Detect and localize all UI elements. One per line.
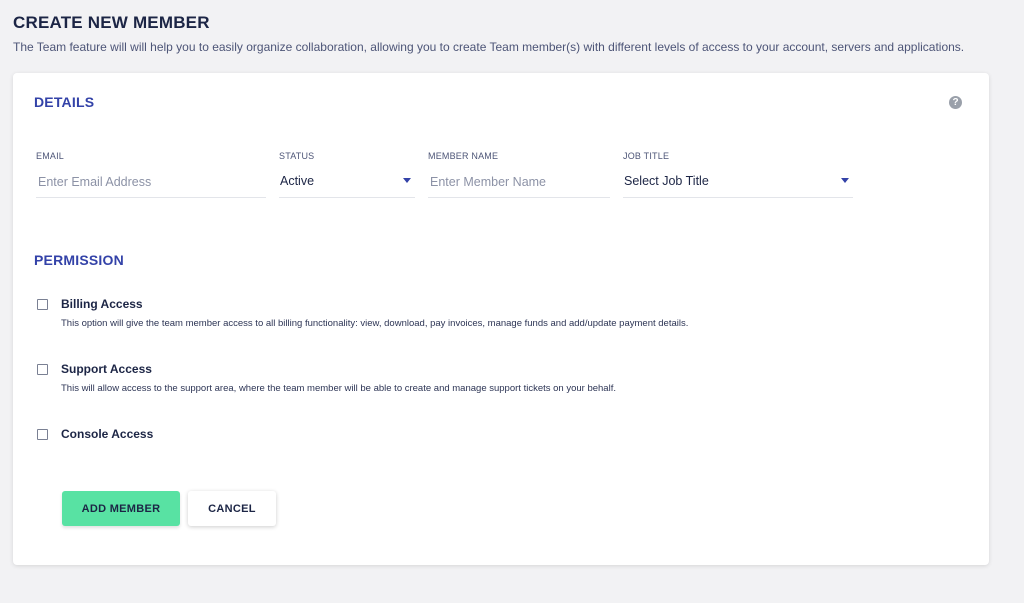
status-field-group: STATUS Active [279,151,415,198]
create-member-card: DETAILS ? EMAIL STATUS Active MEMBER NAM… [13,73,989,565]
page-description: The Team feature will will help you to e… [13,40,965,54]
email-field-container [36,168,266,198]
cancel-button[interactable]: CANCEL [188,491,276,526]
job-title-select-value: Select Job Title [624,174,709,188]
status-select[interactable]: Active [279,168,415,198]
add-member-button[interactable]: ADD MEMBER [62,491,180,526]
member-name-label: MEMBER NAME [428,151,499,161]
billing-access-description: This option will give the team member ac… [61,318,689,329]
details-section-title: DETAILS [34,94,95,110]
status-label: STATUS [279,151,315,161]
help-icon[interactable]: ? [949,96,962,109]
support-access-description: This will allow access to the support ar… [61,383,616,394]
permission-section-title: PERMISSION [34,252,124,268]
chevron-down-icon [841,178,849,183]
job-title-field-group: JOB TITLE Select Job Title [623,151,853,198]
support-access-checkbox[interactable] [37,364,48,375]
console-access-label: Console Access [61,427,154,441]
member-name-field-group: MEMBER NAME [428,151,610,198]
billing-access-checkbox[interactable] [37,299,48,310]
console-access-checkbox[interactable] [37,429,48,440]
email-field-group: EMAIL [36,151,266,198]
job-title-select[interactable]: Select Job Title [623,168,853,198]
email-label: EMAIL [36,151,65,161]
job-title-label: JOB TITLE [623,151,670,161]
billing-access-label: Billing Access [61,297,143,311]
support-access-label: Support Access [61,362,152,376]
email-input[interactable] [36,174,266,189]
status-select-value: Active [280,174,315,188]
member-name-input[interactable] [428,174,610,189]
page-title: CREATE NEW MEMBER [13,13,210,32]
chevron-down-icon [403,178,411,183]
member-name-field-container [428,168,610,198]
